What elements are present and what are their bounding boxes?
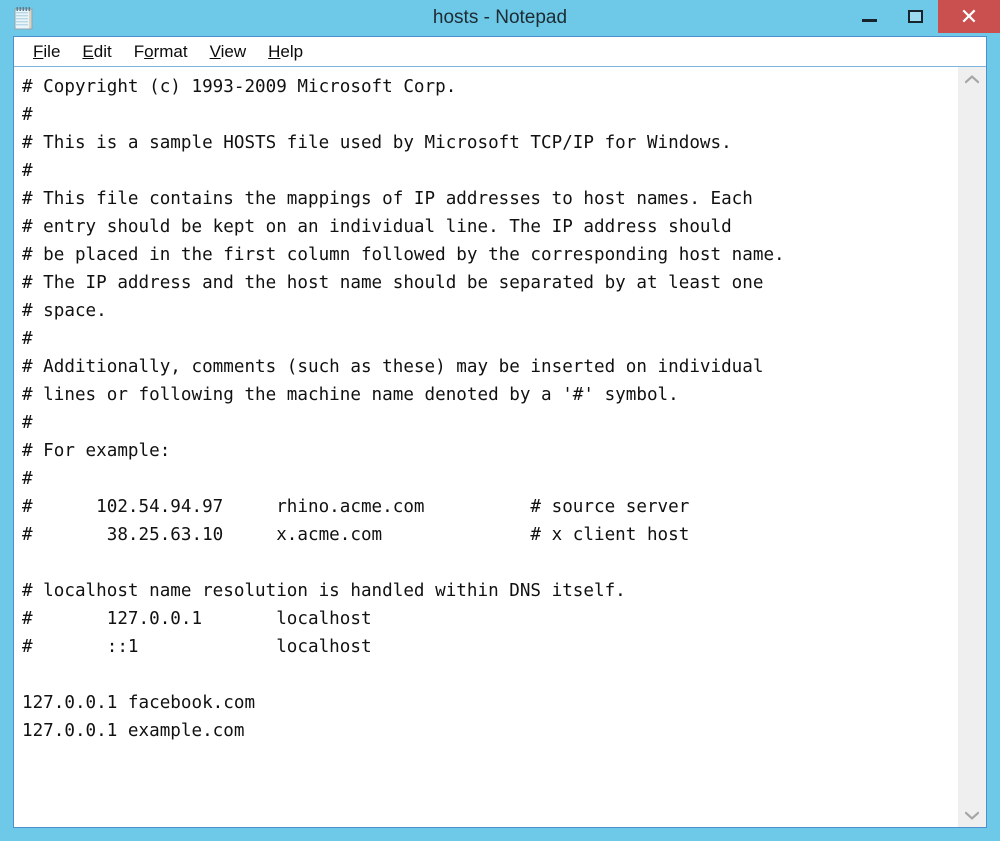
text-line: # The IP address and the host name shoul…	[22, 269, 957, 297]
vertical-scrollbar[interactable]	[957, 67, 986, 827]
text-line: # 102.54.94.97 rhino.acme.com # source s…	[22, 493, 957, 521]
notepad-window: hosts - Notepad ✕ File Edit Format View …	[0, 0, 1000, 841]
minimize-button[interactable]	[846, 0, 892, 33]
chevron-up-icon	[965, 75, 979, 84]
menu-item-format[interactable]: Format	[123, 42, 199, 62]
menu-item-edit[interactable]: Edit	[71, 42, 122, 62]
text-line: #	[22, 101, 957, 129]
close-button[interactable]: ✕	[938, 0, 1000, 33]
scroll-down-button[interactable]	[958, 803, 987, 827]
text-line: #	[22, 157, 957, 185]
text-line: # Copyright (c) 1993-2009 Microsoft Corp…	[22, 73, 957, 101]
text-line: # This file contains the mappings of IP …	[22, 185, 957, 213]
text-line: # ::1 localhost	[22, 633, 957, 661]
menu-item-view[interactable]: View	[199, 42, 258, 62]
text-line: # localhost name resolution is handled w…	[22, 577, 957, 605]
menu-mnemonic-edit: E	[82, 42, 93, 61]
text-line: # 38.25.63.10 x.acme.com # x client host	[22, 521, 957, 549]
text-line: #	[22, 465, 957, 493]
menu-mnemonic-file: F	[33, 42, 43, 61]
text-line: # be placed in the first column followed…	[22, 241, 957, 269]
menu-mnemonic-view: V	[210, 42, 221, 61]
text-line	[22, 549, 957, 577]
title-bar[interactable]: hosts - Notepad ✕	[0, 0, 1000, 36]
text-line: # For example:	[22, 437, 957, 465]
text-line: # lines or following the machine name de…	[22, 381, 957, 409]
client-area: File Edit Format View Help # Copyright (…	[13, 36, 987, 828]
menu-bar: File Edit Format View Help	[14, 37, 986, 67]
scrollbar-track[interactable]	[958, 91, 986, 803]
menu-mnemonic-format: o	[144, 42, 153, 61]
text-line	[22, 661, 957, 689]
caption-buttons: ✕	[846, 0, 1000, 36]
editor-wrapper: # Copyright (c) 1993-2009 Microsoft Corp…	[14, 67, 986, 827]
text-line: # This is a sample HOSTS file used by Mi…	[22, 129, 957, 157]
text-line: # 127.0.0.1 localhost	[22, 605, 957, 633]
text-line: 127.0.0.1 facebook.com	[22, 689, 957, 717]
notepad-icon	[14, 6, 36, 31]
maximize-icon	[908, 10, 923, 23]
text-line: # Additionally, comments (such as these)…	[22, 353, 957, 381]
text-line: #	[22, 409, 957, 437]
menu-item-file[interactable]: File	[22, 42, 71, 62]
close-icon: ✕	[960, 6, 978, 28]
text-line: # entry should be kept on an individual …	[22, 213, 957, 241]
maximize-button[interactable]	[892, 0, 938, 33]
menu-mnemonic-help: H	[268, 42, 280, 61]
text-line: # space.	[22, 297, 957, 325]
text-line: #	[22, 325, 957, 353]
text-editor[interactable]: # Copyright (c) 1993-2009 Microsoft Corp…	[14, 67, 957, 827]
minimize-icon	[862, 19, 877, 22]
chevron-down-icon	[965, 811, 979, 820]
text-line: 127.0.0.1 example.com	[22, 717, 957, 745]
menu-item-help[interactable]: Help	[257, 42, 314, 62]
scroll-up-button[interactable]	[958, 67, 987, 91]
